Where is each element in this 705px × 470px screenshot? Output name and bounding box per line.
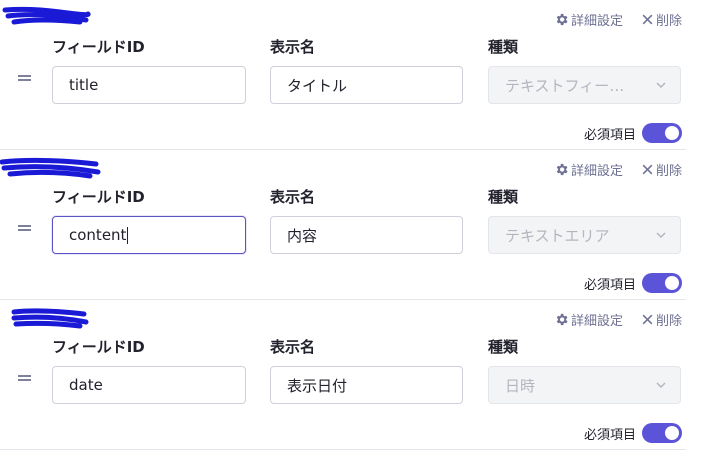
settings-button[interactable]: 詳細設定 — [554, 310, 623, 329]
settings-label: 詳細設定 — [570, 314, 623, 329]
field-actions: 詳細設定 削除 — [554, 160, 682, 179]
required-row: 必須項目 — [584, 273, 682, 293]
display-name-label: 表示名 — [270, 188, 316, 206]
delete-label: 削除 — [655, 164, 682, 179]
required-toggle[interactable] — [642, 273, 682, 293]
type-select[interactable]: テキストフィー… — [488, 66, 681, 104]
field-block-content: 詳細設定 削除 フィールドID 表示名 種類 content 内容 テキストエリ… — [0, 150, 686, 300]
text-cursor — [127, 226, 129, 244]
close-icon — [642, 14, 653, 25]
type-label: 種類 — [488, 338, 519, 356]
settings-label: 詳細設定 — [570, 14, 623, 29]
field-id-value: date — [69, 376, 103, 394]
required-toggle[interactable] — [642, 123, 682, 143]
field-block-date: 詳細設定 削除 フィールドID 表示名 種類 date 表示日付 日時 必須項目 — [0, 300, 686, 450]
required-row: 必須項目 — [584, 423, 682, 443]
delete-button[interactable]: 削除 — [641, 10, 682, 29]
field-id-input[interactable]: content — [52, 216, 246, 254]
chevron-down-icon — [656, 232, 666, 239]
type-value: テキストエリア — [505, 226, 610, 245]
field-id-value: title — [69, 76, 99, 94]
required-toggle[interactable] — [642, 423, 682, 443]
type-label: 種類 — [488, 188, 519, 206]
delete-button[interactable]: 削除 — [641, 160, 682, 179]
type-value: 日時 — [505, 376, 536, 395]
delete-label: 削除 — [655, 14, 682, 29]
display-name-input[interactable]: タイトル — [270, 66, 463, 104]
redaction-scribble — [2, 6, 91, 25]
display-name-value: 内容 — [287, 226, 318, 245]
drag-handle[interactable] — [18, 374, 32, 382]
gear-icon — [556, 313, 568, 326]
delete-button[interactable]: 削除 — [641, 310, 682, 329]
field-id-label: フィールドID — [52, 38, 145, 56]
drag-handle[interactable] — [18, 224, 32, 232]
toggle-knob — [665, 126, 679, 140]
settings-label: 詳細設定 — [570, 164, 623, 179]
toggle-knob — [665, 426, 679, 440]
type-label: 種類 — [488, 38, 519, 56]
field-id-label: フィールドID — [52, 188, 145, 206]
display-name-value: タイトル — [287, 76, 348, 95]
close-icon — [642, 164, 653, 175]
required-label: 必須項目 — [583, 427, 636, 443]
close-icon — [642, 314, 653, 325]
display-name-label: 表示名 — [270, 38, 316, 56]
field-id-input[interactable]: date — [52, 366, 246, 404]
display-name-value: 表示日付 — [287, 376, 348, 395]
field-actions: 詳細設定 削除 — [554, 10, 682, 29]
field-actions: 詳細設定 削除 — [554, 310, 682, 329]
display-name-input[interactable]: 表示日付 — [270, 366, 463, 404]
delete-label: 削除 — [655, 314, 682, 329]
type-select[interactable]: 日時 — [488, 366, 681, 404]
toggle-knob — [665, 276, 679, 290]
type-select[interactable]: テキストエリア — [488, 216, 681, 254]
field-id-label: フィールドID — [52, 338, 145, 356]
gear-icon — [556, 163, 568, 176]
required-label: 必須項目 — [583, 127, 636, 143]
redaction-scribble — [11, 308, 89, 329]
display-name-label: 表示名 — [270, 338, 316, 356]
required-label: 必須項目 — [583, 277, 636, 293]
field-id-value: content — [69, 226, 127, 244]
type-value: テキストフィー… — [505, 76, 625, 95]
display-name-input[interactable]: 内容 — [270, 216, 463, 254]
drag-handle[interactable] — [18, 74, 32, 82]
chevron-down-icon — [656, 382, 666, 389]
settings-button[interactable]: 詳細設定 — [554, 10, 623, 29]
field-block-title: 詳細設定 削除 フィールドID 表示名 種類 title タイトル テキストフィ… — [0, 0, 686, 150]
required-row: 必須項目 — [584, 123, 682, 143]
redaction-scribble — [0, 157, 101, 179]
settings-button[interactable]: 詳細設定 — [554, 160, 623, 179]
field-id-input[interactable]: title — [52, 66, 246, 104]
gear-icon — [556, 13, 568, 26]
chevron-down-icon — [656, 82, 666, 89]
